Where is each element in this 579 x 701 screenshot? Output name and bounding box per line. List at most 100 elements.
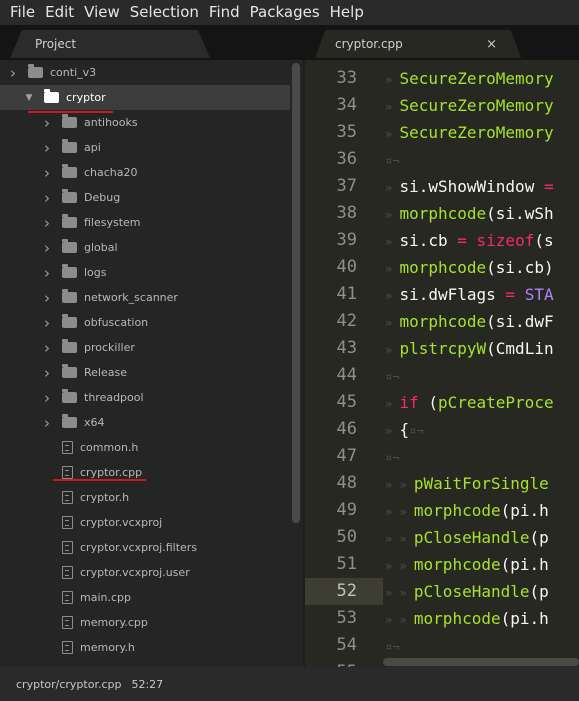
chevron-right-icon[interactable]: › <box>42 414 52 432</box>
tree-folder[interactable]: › filesystem <box>0 210 290 235</box>
tree-folder[interactable]: › global <box>0 235 290 260</box>
folder-icon <box>62 139 77 153</box>
code-token: . <box>418 231 429 250</box>
code-line[interactable]: » » pWaitForSingle <box>385 470 549 497</box>
code-line[interactable]: ¤¬ <box>385 362 399 389</box>
code-line[interactable]: » si.wShowWindow = <box>385 173 554 200</box>
tree-file[interactable]: main.cpp <box>0 585 290 610</box>
chevron-right-icon[interactable]: › <box>42 339 52 357</box>
menu-view[interactable]: View <box>79 0 125 25</box>
code-line[interactable]: » » pCloseHandle(p <box>385 578 549 605</box>
code-line[interactable]: » » pCloseHandle(p <box>385 524 549 551</box>
line-number: 45 <box>336 392 357 412</box>
tree-folder[interactable]: › antihooks <box>0 110 290 135</box>
code-line[interactable]: ¤¬ <box>385 146 399 173</box>
tree-folder[interactable]: › prockiller <box>0 335 290 360</box>
code-line[interactable]: » si.dwFlags = STA <box>385 281 554 308</box>
code-line[interactable]: » SecureZeroMemory <box>385 65 554 92</box>
menu-selection[interactable]: Selection <box>125 0 204 25</box>
close-icon[interactable]: × <box>486 37 497 52</box>
chevron-right-icon[interactable]: › <box>42 364 52 382</box>
folder-icon <box>62 114 77 128</box>
tree-file[interactable]: memory.h <box>0 635 290 660</box>
code-line[interactable]: » si.cb = sizeof(s <box>385 227 554 254</box>
menu-file[interactable]: File <box>0 0 40 25</box>
file-icon <box>62 441 73 454</box>
tree-item-label: cryptor.h <box>80 491 130 504</box>
code-line[interactable]: » plstrcpyW(CmdLin <box>385 335 554 362</box>
tree-folder[interactable]: › obfuscation <box>0 310 290 335</box>
tree-folder[interactable]: › conti_v3 <box>0 60 290 85</box>
tree-file[interactable]: cryptor.h <box>0 485 290 510</box>
tree-item-label: threadpool <box>84 391 144 404</box>
code-line[interactable]: ¤¬ <box>385 443 399 470</box>
tab-cryptor-cpp[interactable]: cryptor.cpp × <box>315 30 521 58</box>
menu-find[interactable]: Find <box>204 0 245 25</box>
code-token: (p <box>529 582 549 601</box>
chevron-down-icon[interactable]: ▼ <box>24 93 34 103</box>
tree-folder[interactable]: ▼ cryptor <box>0 85 290 110</box>
editor-horizontal-scrollbar[interactable] <box>383 658 579 666</box>
tree-file[interactable]: common.h <box>0 435 290 460</box>
code-line[interactable]: » SecureZeroMemory <box>385 119 554 146</box>
menu-help[interactable]: Help <box>325 0 369 25</box>
tree-folder[interactable]: › network_scanner <box>0 285 290 310</box>
code-token: pWaitForSingle <box>413 474 549 493</box>
chevron-right-icon[interactable]: › <box>42 239 52 257</box>
folder-icon <box>62 164 77 178</box>
folder-icon <box>62 264 77 278</box>
tree-item-label: Release <box>84 366 127 379</box>
chevron-right-icon[interactable]: › <box>42 264 52 282</box>
code-line[interactable]: » morphcode(si.wSh <box>385 200 554 227</box>
tree-file[interactable]: cryptor.vcxproj <box>0 510 290 535</box>
chevron-right-icon[interactable]: › <box>42 164 52 182</box>
status-cursor-position[interactable]: 52:27 <box>131 678 163 691</box>
code-token: » <box>385 262 400 276</box>
status-file-path[interactable]: cryptor/cryptor.cpp <box>16 678 121 691</box>
code-token: SecureZeroMemory <box>399 123 554 142</box>
tree-folder[interactable]: › chacha20 <box>0 160 290 185</box>
tree-folder[interactable]: › threadpool <box>0 385 290 410</box>
code-line[interactable]: » SecureZeroMemory <box>385 92 554 119</box>
chevron-right-icon[interactable]: › <box>8 64 18 82</box>
tree-item-label: memory.h <box>80 641 135 654</box>
code-line[interactable]: » morphcode(si.dwF <box>385 308 554 335</box>
chevron-right-icon[interactable]: › <box>42 289 52 307</box>
code-line[interactable]: » morphcode(si.cb) <box>385 254 554 281</box>
code-editor[interactable]: 33 34 35 36 37 38 39 40 41 42 43 44 45 46 47 48 49 50 51 52… <box>305 60 579 667</box>
code-line[interactable]: » if (pCreateProce <box>385 389 554 416</box>
code-line[interactable]: ¤¬ <box>385 632 399 659</box>
tree-file[interactable]: cryptor.vcxproj.filters <box>0 535 290 560</box>
code-line[interactable]: » » morphcode(pi.h <box>385 605 549 632</box>
tree-folder[interactable]: › Release <box>0 360 290 385</box>
chevron-right-icon[interactable]: › <box>42 189 52 207</box>
chevron-right-icon[interactable]: › <box>42 389 52 407</box>
chevron-right-icon[interactable]: › <box>42 114 52 132</box>
tree-folder[interactable]: › api <box>0 135 290 160</box>
tree-folder[interactable]: › x64 <box>0 410 290 435</box>
line-number: 37 <box>336 176 357 196</box>
code-token: morphcode <box>413 609 501 628</box>
menu-edit[interactable]: Edit <box>40 0 79 25</box>
tab-strip: Project cryptor.cpp × <box>0 25 579 60</box>
tree-item-label: obfuscation <box>84 316 149 329</box>
code-line[interactable]: » » morphcode(pi.h <box>385 497 549 524</box>
code-token: { <box>399 420 410 439</box>
tree-folder[interactable]: › Debug <box>0 185 290 210</box>
tree-file[interactable]: cryptor.vcxproj.user <box>0 560 290 585</box>
code-line[interactable]: » {¤¬ <box>385 416 424 443</box>
chevron-right-icon[interactable]: › <box>42 214 52 232</box>
code-token: » » <box>385 478 414 492</box>
chevron-right-icon[interactable]: › <box>42 139 52 157</box>
code-token: (pi.h <box>500 501 549 520</box>
tree-file[interactable]: memory.cpp <box>0 610 290 635</box>
menu-packages[interactable]: Packages <box>245 0 325 25</box>
chevron-right-icon[interactable]: › <box>42 314 52 332</box>
tab-project[interactable]: Project <box>10 30 210 58</box>
tree-folder[interactable]: › logs <box>0 260 290 285</box>
line-number: 49 <box>336 500 357 520</box>
code-line[interactable]: » » morphcode(pi.h <box>385 551 549 578</box>
sidebar-scrollbar[interactable] <box>292 63 300 523</box>
code-token: (pi.h <box>500 555 549 574</box>
tree-file[interactable]: cryptor.cpp <box>0 460 290 485</box>
